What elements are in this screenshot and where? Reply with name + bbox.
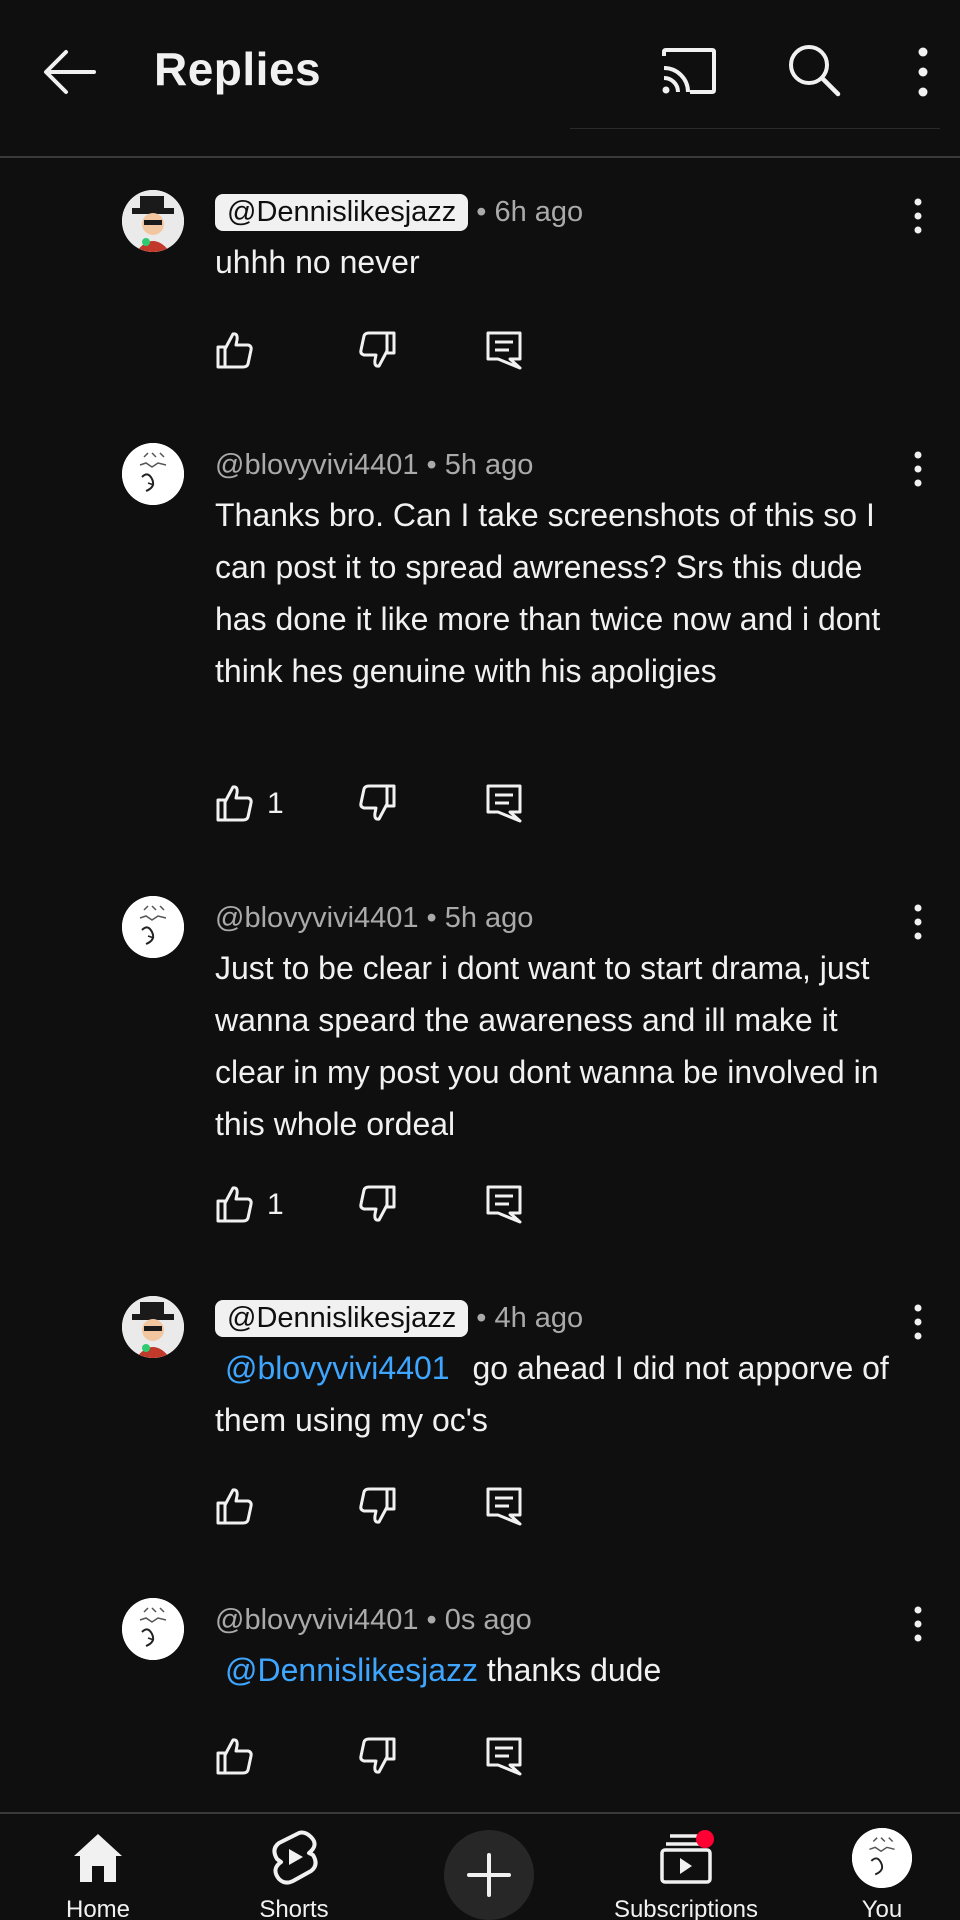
like-count: 1 — [267, 1188, 284, 1221]
top-app-bar: Replies — [0, 0, 960, 158]
comment-more-icon[interactable] — [905, 1602, 931, 1646]
reply-icon[interactable] — [485, 330, 523, 370]
comment-text: @Dennislikesjazz thanks dude — [215, 1644, 915, 1696]
comment-actions — [215, 1486, 545, 1532]
channel-handle[interactable]: @Dennislikesjazz — [215, 193, 469, 231]
replies-page: Replies @Dennislikesjazz • 6h ago uhhh n… — [0, 0, 960, 1920]
thumbs-down-icon[interactable] — [357, 783, 397, 823]
thumbs-up-icon[interactable] — [215, 1486, 255, 1526]
comment-time: 5h ago — [444, 448, 534, 481]
thumbs-down-icon[interactable] — [357, 330, 397, 370]
channel-handle[interactable]: @Dennislikesjazz — [215, 1299, 469, 1337]
nav-you[interactable]: You — [792, 1828, 960, 1920]
comment-actions: 1 — [215, 1184, 545, 1230]
thumbs-up-icon[interactable] — [215, 1736, 255, 1776]
home-icon — [8, 1828, 188, 1888]
comment-text: Just to be clear i dont want to start dr… — [215, 942, 915, 1150]
nav-label: Subscriptions — [613, 1896, 759, 1920]
comment-meta: @Dennislikesjazz • 6h ago — [215, 190, 583, 234]
you-avatar-wrap — [792, 1828, 960, 1888]
comment-more-icon[interactable] — [905, 900, 931, 944]
comment-body: thanks dude — [486, 1652, 662, 1688]
nav-home[interactable]: Home — [8, 1828, 188, 1920]
comment-more-icon[interactable] — [905, 447, 931, 491]
comment-meta: @blovyvivi4401 • 5h ago — [215, 443, 533, 487]
mention-link[interactable]: @blovyvivi4401 — [225, 1350, 450, 1386]
channel-handle[interactable]: @blovyvivi4401 — [215, 1604, 419, 1637]
shorts-icon — [204, 1828, 384, 1888]
plus-icon — [467, 1853, 511, 1897]
cast-icon[interactable] — [660, 46, 718, 96]
nav-label: Shorts — [259, 1896, 329, 1920]
comment-actions — [215, 330, 545, 376]
nav-shorts[interactable]: Shorts — [204, 1828, 384, 1920]
meta-separator: • — [426, 448, 437, 481]
comment-more-icon[interactable] — [905, 1300, 931, 1344]
header-divider — [570, 128, 940, 129]
thumbs-down-icon[interactable] — [357, 1184, 397, 1224]
comment-time: 6h ago — [494, 195, 584, 228]
comment-time: 0s ago — [444, 1603, 532, 1636]
subscriptions-icon — [596, 1828, 776, 1888]
avatar[interactable] — [122, 1598, 184, 1660]
meta-separator: • — [476, 1301, 487, 1334]
comment-more-icon[interactable] — [905, 194, 931, 238]
more-vertical-icon[interactable] — [900, 44, 950, 100]
arrow-left-icon[interactable] — [40, 44, 100, 100]
channel-handle[interactable]: @blovyvivi4401 — [215, 902, 419, 935]
thumbs-down-icon[interactable] — [357, 1486, 397, 1526]
create-button[interactable] — [444, 1830, 534, 1920]
thumbs-down-icon[interactable] — [357, 1736, 397, 1776]
comment-meta: @Dennislikesjazz • 4h ago — [215, 1296, 583, 1340]
avatar[interactable] — [122, 190, 184, 252]
thumbs-up-icon[interactable] — [215, 783, 255, 823]
meta-separator: • — [476, 195, 487, 228]
comment-meta: @blovyvivi4401 • 5h ago — [215, 896, 533, 940]
comment-text: Thanks bro. Can I take screenshots of th… — [215, 489, 915, 697]
comment-time: 4h ago — [494, 1301, 584, 1334]
avatar[interactable] — [122, 443, 184, 505]
reply-icon[interactable] — [485, 1184, 523, 1224]
comment-actions — [215, 1736, 545, 1782]
reply-icon[interactable] — [485, 1736, 523, 1776]
search-icon[interactable] — [786, 42, 842, 98]
comment-body: Just to be clear i dont want to start dr… — [215, 950, 879, 1142]
comment-actions: 1 — [215, 783, 545, 829]
nav-label: You — [861, 1896, 903, 1920]
comment-text: uhhh no never — [215, 236, 915, 288]
avatar — [852, 1828, 912, 1888]
reply-icon[interactable] — [485, 783, 523, 823]
bottom-navigation: Home Shorts Subscriptions You — [0, 1812, 960, 1920]
channel-handle[interactable]: @blovyvivi4401 — [215, 449, 419, 482]
comment-meta: @blovyvivi4401 • 0s ago — [215, 1598, 532, 1642]
thumbs-up-icon[interactable] — [215, 330, 255, 370]
notification-dot — [696, 1830, 714, 1848]
thumbs-up-icon[interactable] — [215, 1184, 255, 1224]
avatar[interactable] — [122, 1296, 184, 1358]
comment-text: @blovyvivi4401 go ahead I did not apporv… — [215, 1342, 915, 1446]
comment-body: Thanks bro. Can I take screenshots of th… — [215, 497, 881, 689]
avatar[interactable] — [122, 896, 184, 958]
comment-time: 5h ago — [444, 901, 534, 934]
nav-label: Home — [65, 1896, 131, 1920]
nav-subscriptions[interactable]: Subscriptions — [596, 1828, 776, 1920]
meta-separator: • — [426, 1603, 437, 1636]
mention-link[interactable]: @Dennislikesjazz — [225, 1652, 478, 1688]
meta-separator: • — [426, 901, 437, 934]
comment-body: uhhh no never — [215, 244, 420, 280]
page-title: Replies — [154, 43, 322, 95]
reply-icon[interactable] — [485, 1486, 523, 1526]
like-count: 1 — [267, 787, 284, 820]
